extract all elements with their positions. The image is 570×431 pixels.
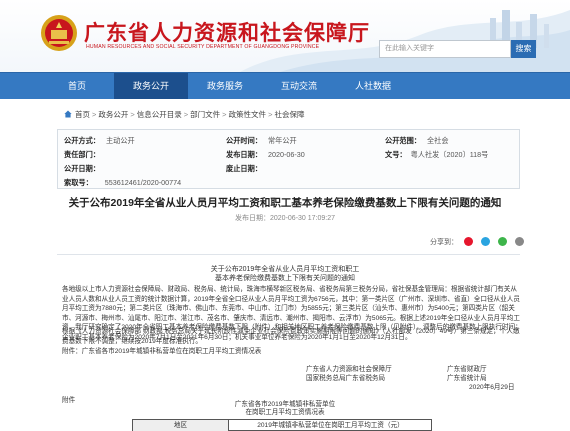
breadcrumb-social-security[interactable]: 社会保障 — [274, 110, 304, 119]
info-value: 全社会 — [426, 136, 449, 145]
info-row: 公开日期： 废止日期： — [58, 162, 521, 175]
nav-item-interaction[interactable]: 互动交流 — [262, 73, 336, 99]
nav-item-home[interactable]: 首页 — [40, 73, 114, 99]
table-header-wage: 2019年城镇非私营单位在岗职工月平均工资（元） — [257, 422, 404, 429]
site-title: 广东省人力资源和社会保障厅 — [84, 20, 370, 45]
info-value: 常年公开 — [267, 136, 297, 145]
site-subtitle: HUMAN RESOURCES AND SOCIAL SECURITY DEPA… — [86, 44, 320, 50]
info-row: 公开方式： 主动公开 公开时间： 常年公开 公开范围： 全社会 — [58, 134, 521, 147]
share-bar: 分享到： — [430, 237, 526, 247]
info-label: 公开范围： — [385, 136, 421, 145]
nav-item-services[interactable]: 政务服务 — [188, 73, 262, 99]
site-header: 广东省人力资源和社会保障厅 HUMAN RESOURCES AND SOCIAL… — [0, 0, 570, 72]
share-label: 分享到： — [430, 239, 458, 246]
search-input[interactable]: 在此输入关键字 — [379, 40, 511, 58]
info-label: 公开时间： — [226, 136, 262, 145]
breadcrumb-policy-files[interactable]: 政策性文件 — [229, 110, 267, 119]
emblem-logo[interactable] — [40, 13, 78, 53]
info-row: 责任部门： 发布日期： 2020-06-30 文号： 粤人社发〔2020〕118号 — [58, 148, 521, 161]
search-button[interactable]: 搜索 — [511, 40, 536, 58]
sign-date: 2020年6月29日 — [469, 384, 515, 391]
table-caption-2: 在岗职工月平均工资情况表 — [245, 409, 325, 416]
info-value: 2020-06-30 — [267, 150, 305, 159]
signatory-tax: 国家税务总局广东省税务局 — [306, 375, 386, 382]
info-label: 文号： — [385, 150, 407, 159]
signatory-finance: 广东省财政厅 — [447, 366, 487, 373]
breadcrumb-open-government[interactable]: 政务公开 — [98, 110, 128, 119]
main-nav: 首页 政务公开 政务服务 互动交流 人社数据 — [0, 72, 570, 99]
weibo-icon[interactable] — [463, 237, 473, 246]
divider — [57, 254, 520, 255]
article-meta: 发布日期：2020-06-30 17:09:27 — [235, 215, 335, 222]
attachment-line[interactable]: 附件：广东省各市2019年城镇非私营单位在岗职工月平均工资情况表 — [62, 347, 522, 357]
more-share-icon[interactable] — [514, 237, 524, 246]
info-row: 索取号： 553612461/2020-00774 — [58, 176, 521, 189]
nav-item-open-government[interactable]: 政务公开 — [114, 73, 188, 99]
info-label: 责任部门： — [64, 150, 100, 159]
signatory-hrss: 广东省人力资源和社会保障厅 — [306, 366, 392, 373]
info-label: 公开日期： — [64, 164, 100, 173]
info-label: 索取号： — [64, 178, 93, 187]
table-caption-1: 广东省各市2019年城镇非私营单位 — [234, 401, 336, 408]
info-label: 发布日期： — [226, 150, 262, 159]
home-icon — [64, 110, 72, 118]
nav-item-data[interactable]: 人社数据 — [336, 73, 410, 99]
table-header-region: 地区 — [133, 420, 229, 431]
breadcrumb-home[interactable]: 首页 — [75, 110, 90, 119]
document-info-panel: 公开方式： 主动公开 公开时间： 常年公开 公开范围： 全社会 责任部门： 发布日期：… — [57, 129, 520, 189]
info-value: 553612461/2020-00774 — [104, 178, 182, 187]
info-label: 废止日期： — [226, 164, 262, 173]
info-value: 主动公开 — [105, 136, 135, 145]
breadcrumb: 首页 > 政务公开 > 信息公开目录 > 部门文件 > 政策性文件 > 社会保障 — [64, 109, 304, 120]
qzone-icon[interactable] — [480, 237, 490, 246]
wechat-icon[interactable] — [497, 237, 507, 246]
breadcrumb-catalog[interactable]: 信息公开目录 — [137, 110, 182, 119]
signatory-statistics: 广东省统计局 — [447, 375, 487, 382]
wage-table: 地区 2019年城镇非私营单位在岗职工月平均工资（元） — [132, 419, 432, 431]
info-label: 公开方式： — [64, 136, 100, 145]
doc-title-line-2: 基本养老保险缴费基数上下限有关问题的通知 — [215, 275, 355, 282]
article-title: 关于公布2019年全省从业人员月平均工资和职工基本养老保险缴费基数上下限有关问题… — [68, 197, 502, 209]
info-value: 粤人社发〔2020〕118号 — [410, 150, 489, 159]
paragraph-2: 根据《人力资源社会保障部 财政部 税务总局关于延长阶段性减免企业社会保险费政策实… — [62, 328, 520, 345]
breadcrumb-dept-files[interactable]: 部门文件 — [190, 110, 220, 119]
